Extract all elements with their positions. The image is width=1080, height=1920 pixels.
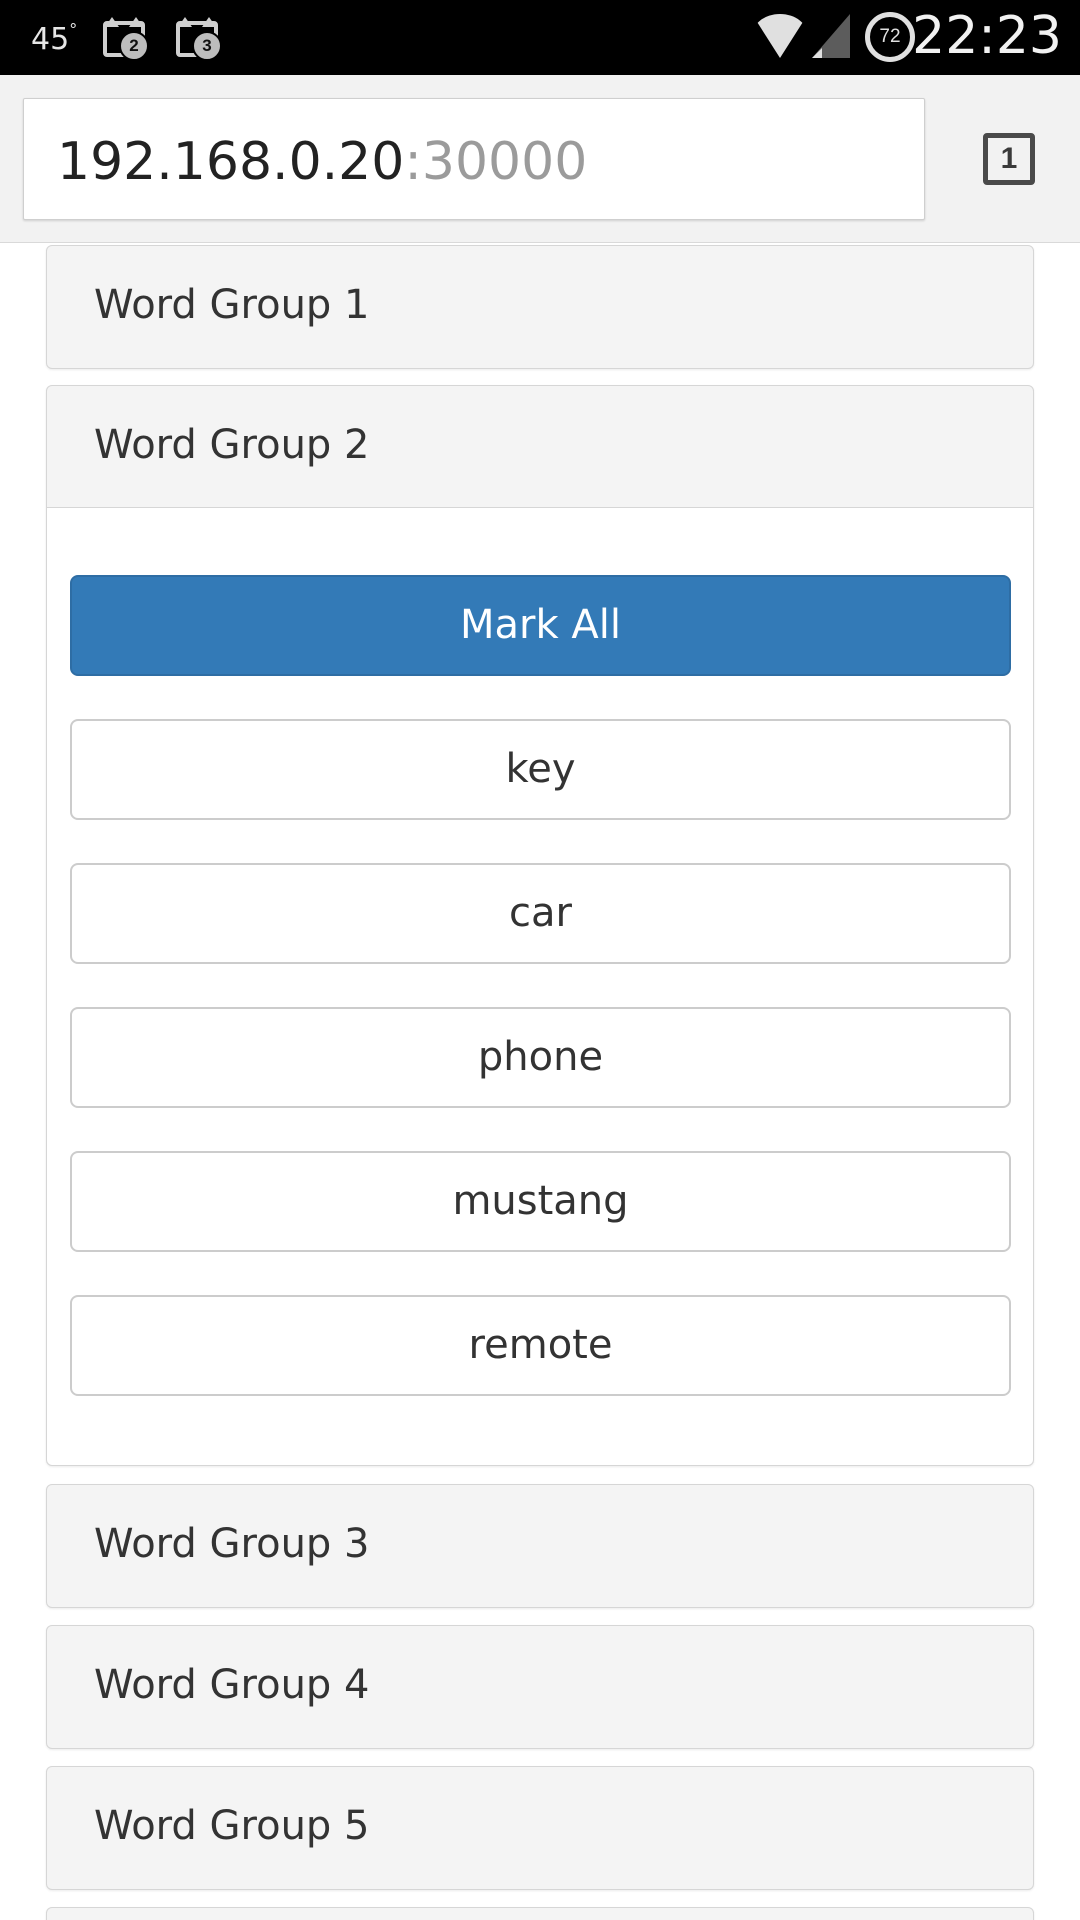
accordion-panel-4: Word Group 4 bbox=[46, 1625, 1034, 1749]
battery-level: 72 bbox=[879, 26, 901, 47]
tab-switcher-button[interactable]: 1 bbox=[983, 133, 1035, 185]
word-button-remote[interactable]: remote bbox=[70, 1295, 1011, 1396]
accordion-panel-3: Word Group 3 bbox=[46, 1484, 1034, 1608]
mark-all-button[interactable]: Mark All bbox=[70, 575, 1011, 676]
panel-heading[interactable]: Word Group 5 bbox=[47, 1767, 1033, 1889]
panel-heading[interactable]: Word Group 1 bbox=[47, 246, 1033, 368]
wifi-icon bbox=[752, 14, 808, 58]
url-port: :30000 bbox=[404, 132, 588, 192]
word-button-mustang[interactable]: mustang bbox=[70, 1151, 1011, 1252]
accordion-panel-2: Word Group 2 Mark All key car phone must… bbox=[46, 385, 1034, 1466]
panel-heading[interactable]: Word Group 3 bbox=[47, 1485, 1033, 1607]
word-button-car[interactable]: car bbox=[70, 863, 1011, 964]
word-button-key[interactable]: key bbox=[70, 719, 1011, 820]
url-text[interactable]: 192.168.0.20:30000 bbox=[57, 132, 587, 192]
accordion-panel-1: Word Group 1 bbox=[46, 245, 1034, 369]
address-bar[interactable]: 192.168.0.20:30000 bbox=[23, 98, 925, 220]
page-content: Word Group 1 Word Group 2 Mark All key c… bbox=[0, 244, 1080, 1920]
cat-notification-icon[interactable]: 3 bbox=[176, 17, 224, 61]
status-bar: 45° 2 3 72 22:23 bbox=[0, 0, 1080, 75]
url-host: 192.168.0.20 bbox=[57, 132, 405, 192]
panel-heading[interactable]: Word Group 4 bbox=[47, 1626, 1033, 1748]
cellular-signal-level bbox=[812, 48, 822, 58]
browser-toolbar: 192.168.0.20:30000 1 bbox=[0, 75, 1080, 243]
cat-notification-icon[interactable]: 2 bbox=[103, 17, 151, 61]
weather-temperature: 45° bbox=[31, 20, 77, 57]
notification-count: 3 bbox=[192, 31, 222, 61]
panel-body: Mark All key car phone mustang remote bbox=[47, 508, 1033, 1465]
accordion-panel-partial bbox=[46, 1907, 1034, 1920]
clock: 22:23 bbox=[912, 6, 1062, 66]
word-button-phone[interactable]: phone bbox=[70, 1007, 1011, 1108]
notification-count: 2 bbox=[119, 31, 149, 61]
battery-icon: 72 bbox=[865, 12, 915, 62]
temperature-value: 45 bbox=[31, 22, 70, 57]
panel-heading[interactable]: Word Group 2 bbox=[47, 386, 1033, 508]
accordion-panel-5: Word Group 5 bbox=[46, 1766, 1034, 1890]
temperature-unit: ° bbox=[69, 20, 78, 39]
